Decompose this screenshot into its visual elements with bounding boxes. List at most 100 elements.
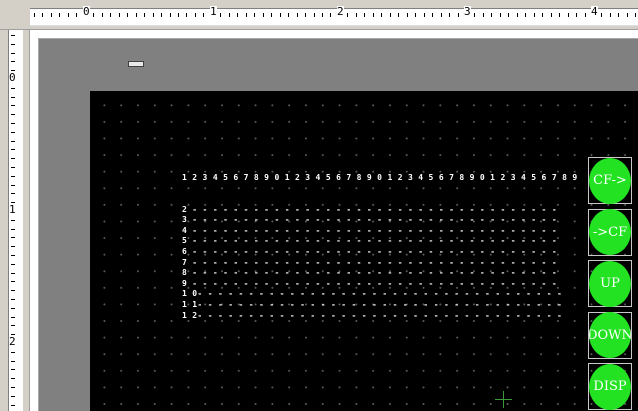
ruler-tick [288, 13, 289, 17]
ruler-tick [517, 13, 518, 17]
button-label: UP [589, 260, 631, 307]
grid-row-dashes: - - - - - - - - - - - - - - - - - - - - … [197, 299, 563, 309]
down-button[interactable]: DOWN [588, 311, 632, 359]
ruler-label: 1 [210, 5, 217, 18]
ruler-tick [186, 13, 187, 17]
ruler-tick [11, 369, 15, 370]
ruler-tick [398, 13, 399, 17]
ruler-tick [11, 308, 15, 309]
ruler-tick [153, 13, 154, 17]
ruler-tick [635, 13, 636, 17]
disp-button[interactable]: DISP [588, 363, 632, 410]
ruler-tick [11, 123, 15, 124]
ruler-tick [11, 405, 15, 406]
grid-row-dashes: - - - - - - - - - - - - - - - - - - - - … [187, 215, 557, 225]
ruler-tick [178, 13, 179, 17]
horizontal-ruler: 0 1 2 3 4 [0, 0, 638, 30]
to-cf-button[interactable]: ->CF [588, 208, 632, 256]
ruler-tick [11, 193, 15, 194]
ruler-tick [458, 13, 459, 17]
ruler-tick [11, 290, 15, 291]
ruler-tick [11, 97, 15, 98]
ruler-tick [11, 158, 15, 159]
ruler-tick [271, 13, 272, 17]
ruler-tick [51, 13, 52, 17]
ruler-tick [559, 13, 560, 17]
grid-row: 6 - - - - - - - - - - - - - - - - - - - … [182, 247, 578, 258]
ruler-tick [618, 13, 619, 17]
ruler-tick [11, 361, 15, 362]
ruler-tick [102, 13, 103, 17]
ruler-tick [11, 255, 15, 256]
ruler-tick [34, 13, 35, 17]
ruler-tick [11, 281, 15, 282]
ruler-tick [356, 13, 357, 17]
horizontal-ruler-strip [30, 8, 638, 26]
ruler-tick [424, 13, 425, 17]
screen-frame: 1 2 3 4 5 6 7 8 9 0 1 2 3 4 5 6 7 8 9 0 … [38, 38, 638, 411]
ruler-tick [542, 13, 543, 17]
ruler-tick [170, 13, 171, 17]
ruler-tick [246, 13, 247, 17]
ruler-label: 4 [591, 5, 598, 18]
ruler-tick [576, 13, 577, 17]
ruler-tick [305, 13, 306, 17]
screen-area[interactable]: 1 2 3 4 5 6 7 8 9 0 1 2 3 4 5 6 7 8 9 0 … [90, 91, 638, 411]
ruler-tick [110, 13, 111, 17]
ruler-tick [568, 13, 569, 17]
ruler-tick [144, 13, 145, 17]
ruler-tick [500, 13, 501, 17]
ruler-label: 2 [9, 335, 16, 348]
ruler-tick [585, 13, 586, 17]
ruler-tick [229, 13, 230, 17]
design-canvas[interactable]: 1 2 3 4 5 6 7 8 9 0 1 2 3 4 5 6 7 8 9 0 … [30, 30, 638, 411]
frame-handle[interactable] [128, 61, 144, 67]
ruler-tick [76, 13, 77, 17]
ruler-tick [11, 61, 15, 62]
character-grid: 1 2 3 4 5 6 7 8 9 0 1 2 3 4 5 6 7 8 9 0 … [182, 152, 578, 342]
ruler-tick [119, 13, 120, 17]
ruler-tick [364, 13, 365, 17]
ruler-tick [297, 13, 298, 17]
grid-row-number: 1 2 [182, 310, 198, 320]
ruler-tick [11, 299, 15, 300]
ruler-tick [263, 13, 264, 17]
ruler-tick [11, 246, 15, 247]
grid-row-dashes: - - - - - - - - - - - - - - - - - - - - … [197, 289, 563, 299]
ruler-tick [407, 13, 408, 17]
ruler-tick [491, 13, 492, 17]
ruler-tick [59, 13, 60, 17]
ruler-tick [627, 13, 628, 17]
ruler-tick [441, 13, 442, 17]
ruler-tick [474, 13, 475, 17]
grid-row: 9 - - - - - - - - - - - - - - - - - - - … [182, 279, 578, 290]
ruler-tick [11, 352, 15, 353]
ruler-tick [330, 13, 331, 17]
ruler-tick [11, 88, 15, 89]
ruler-tick [11, 53, 15, 54]
up-button[interactable]: UP [588, 260, 632, 307]
grid-row: 5 - - - - - - - - - - - - - - - - - - - … [182, 236, 578, 247]
ruler-tick [11, 114, 15, 115]
ruler-tick [322, 13, 323, 17]
ruler-tick [68, 13, 69, 17]
cf-to-button[interactable]: CF-> [588, 157, 632, 204]
ruler-tick [610, 13, 611, 17]
grid-row-dashes: - - - - - - - - - - - - - - - - - - - - … [197, 310, 563, 320]
grid-rows: 2 - - - - - - - - - - - - - - - - - - - … [182, 205, 578, 322]
grid-row-number: 1 0 [182, 289, 198, 299]
ruler-tick [415, 13, 416, 17]
ruler-tick [373, 13, 374, 17]
ruler-tick [280, 13, 281, 17]
grid-row: 1 0- - - - - - - - - - - - - - - - - - -… [182, 289, 578, 300]
ruler-tick [432, 13, 433, 17]
ruler-tick [508, 13, 509, 17]
ruler-tick [11, 396, 15, 397]
ruler-label: 0 [9, 71, 16, 84]
ruler-tick [11, 149, 15, 150]
grid-row-dashes: - - - - - - - - - - - - - - - - - - - - … [187, 246, 557, 256]
crosshair-cursor-icon [495, 391, 512, 408]
ruler-label: 1 [9, 203, 16, 216]
ruler-tick [42, 13, 43, 17]
ruler-tick [11, 220, 15, 221]
